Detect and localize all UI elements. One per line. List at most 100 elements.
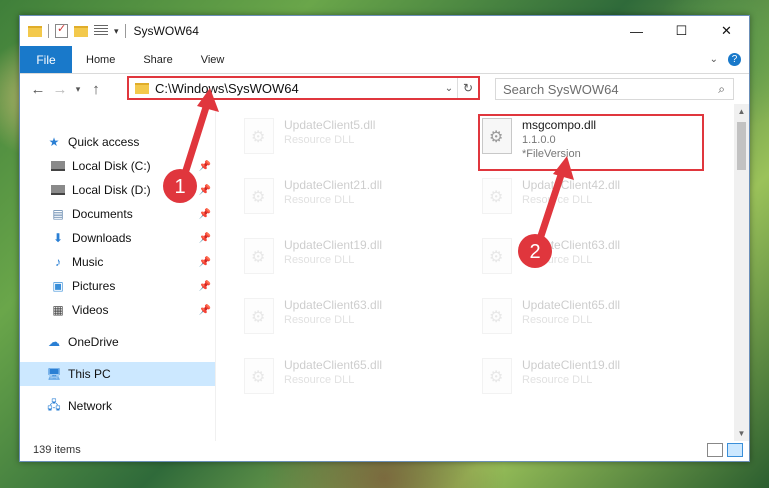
file-name: UpdateClient42.dll (522, 178, 621, 192)
expand-ribbon-icon[interactable]: ⌄ (710, 54, 718, 65)
list-item[interactable]: UpdateClient19.dll Resource DLL (244, 238, 382, 278)
ribbon-right: ⌄ ? (710, 53, 749, 66)
customize-dropdown-icon[interactable]: ▾ (114, 26, 119, 37)
sidebar-item-downloads[interactable]: ⬇ Downloads 📌 (20, 226, 215, 250)
sidebar-item-quick-access[interactable]: ★ Quick access (20, 130, 215, 154)
sidebar-item-onedrive[interactable]: ☁ OneDrive (20, 330, 215, 354)
file-highlight-box (478, 114, 704, 171)
status-bar: 139 items (20, 439, 749, 461)
window-title: SysWOW64 (133, 24, 199, 38)
minimize-button[interactable]: — (614, 16, 659, 46)
tiles-view-icon[interactable] (727, 443, 743, 457)
sidebar-item-local-disk-c[interactable]: Local Disk (C:) 📌 (20, 154, 215, 178)
sidebar-item-label: Downloads (72, 231, 132, 245)
new-folder-icon[interactable] (74, 25, 88, 37)
videos-icon: ▦ (52, 303, 64, 317)
file-type: Resource DLL (522, 374, 593, 386)
sidebar-item-label: Pictures (72, 279, 116, 293)
pin-icon[interactable]: 📌 (199, 209, 211, 220)
address-dropdown-icon[interactable]: ⌄ (441, 83, 457, 94)
scroll-thumb[interactable] (737, 122, 746, 170)
sidebar-item-documents[interactable]: ▤ Documents 📌 (20, 202, 215, 226)
help-icon[interactable]: ? (728, 53, 741, 66)
sidebar-item-pictures[interactable]: ▣ Pictures 📌 (20, 274, 215, 298)
drive-icon (50, 183, 66, 197)
list-item[interactable]: UpdateClient63.dll Resource DLL (482, 238, 620, 278)
address-row: ← → ▾ ↑ C:\Windows\SysWOW64 ⌄ ↻ Search S… (20, 74, 749, 104)
details-view-icon[interactable] (707, 443, 723, 457)
computer-icon: 🖥 (46, 367, 62, 381)
dll-file-icon (244, 358, 274, 394)
file-name: UpdateClient19.dll (522, 358, 621, 372)
cloud-icon: ☁ (48, 335, 60, 349)
list-item[interactable]: UpdateClient65.dll Resource DLL (482, 298, 620, 338)
dll-file-icon (482, 178, 512, 214)
close-button[interactable]: ✕ (704, 16, 749, 46)
refresh-icon[interactable]: ↻ (457, 78, 478, 98)
search-input[interactable]: Search SysWOW64 ⌕ (495, 78, 734, 100)
address-path[interactable]: C:\Windows\SysWOW64 (155, 81, 299, 96)
dll-file-icon (244, 178, 274, 214)
sidebar-item-label: This PC (68, 367, 111, 381)
toolbar-divider (124, 24, 126, 38)
forward-arrow-icon[interactable]: → (49, 81, 71, 98)
tab-file[interactable]: File (20, 46, 72, 73)
back-arrow-icon[interactable]: ← (27, 81, 49, 98)
drive-icon (50, 159, 66, 173)
scroll-up-icon[interactable]: ▲ (734, 104, 749, 119)
list-item[interactable]: UpdateClient42.dll Resource DLL (482, 178, 620, 218)
sidebar-item-network[interactable]: 🖧 Network (20, 394, 215, 418)
file-name: UpdateClient65.dll (284, 358, 383, 372)
list-item[interactable]: UpdateClient19.dll Resource DLL (482, 358, 620, 398)
pin-icon[interactable]: 📌 (199, 305, 211, 316)
network-icon: 🖧 (47, 397, 61, 412)
vertical-scrollbar[interactable]: ▲ ▼ (734, 104, 749, 441)
list-item[interactable]: UpdateClient21.dll Resource DLL (244, 178, 382, 218)
sidebar-item-label: Videos (72, 303, 109, 317)
file-name: UpdateClient65.dll (522, 298, 621, 312)
maximize-button[interactable]: ☐ (659, 16, 704, 46)
title-bar: ▾ SysWOW64 — ☐ ✕ (20, 16, 749, 46)
tab-home[interactable]: Home (72, 54, 129, 66)
file-name: UpdateClient63.dll (284, 298, 383, 312)
music-icon: ♪ (55, 255, 61, 269)
downloads-icon: ⬇ (52, 231, 64, 245)
address-bar[interactable]: C:\Windows\SysWOW64 ⌄ ↻ (127, 76, 480, 100)
properties-list-icon[interactable] (94, 25, 108, 37)
file-name: UpdateClient19.dll (284, 238, 383, 252)
ribbon-tabs: File Home Share View ⌄ ? (20, 46, 749, 74)
dll-file-icon (244, 238, 274, 274)
sidebar-item-label: Music (72, 255, 104, 269)
star-icon: ★ (48, 135, 60, 149)
list-item[interactable]: UpdateClient65.dll Resource DLL (244, 358, 382, 398)
file-type: Resource DLL (522, 194, 593, 206)
properties-check-icon[interactable] (55, 22, 68, 38)
list-item[interactable]: UpdateClient63.dll Resource DLL (244, 298, 382, 338)
sidebar-item-this-pc[interactable]: 🖥 This PC (20, 362, 215, 386)
pin-icon[interactable]: 📌 (199, 161, 211, 172)
tab-view[interactable]: View (187, 54, 239, 66)
dll-file-icon (482, 238, 512, 274)
search-icon[interactable]: ⌕ (718, 82, 725, 97)
sidebar-item-local-disk-d[interactable]: Local Disk (D:) 📌 (20, 178, 215, 202)
dll-file-icon (482, 298, 512, 334)
sidebar-item-label: Local Disk (C:) (72, 159, 151, 173)
file-type: Resource DLL (284, 194, 355, 206)
sidebar-item-label: OneDrive (68, 335, 119, 349)
recent-locations-icon[interactable]: ▾ (71, 84, 85, 95)
pin-icon[interactable]: 📌 (199, 281, 211, 292)
dll-file-icon (482, 358, 512, 394)
pin-icon[interactable]: 📌 (199, 257, 211, 268)
quick-access-toolbar: ▾ (20, 22, 126, 38)
up-arrow-icon[interactable]: ↑ (85, 81, 107, 98)
dll-file-icon (244, 298, 274, 334)
file-name: UpdateClient21.dll (284, 178, 383, 192)
sidebar-item-videos[interactable]: ▦ Videos 📌 (20, 298, 215, 322)
sidebar-item-music[interactable]: ♪ Music 📌 (20, 250, 215, 274)
pin-icon[interactable]: 📌 (199, 233, 211, 244)
tab-share[interactable]: Share (129, 54, 186, 66)
pin-icon[interactable]: 📌 (199, 185, 211, 196)
sidebar-item-label: Quick access (68, 135, 140, 149)
search-placeholder: Search SysWOW64 (503, 81, 619, 97)
list-item[interactable]: UpdateClient5.dll Resource DLL (244, 118, 375, 158)
